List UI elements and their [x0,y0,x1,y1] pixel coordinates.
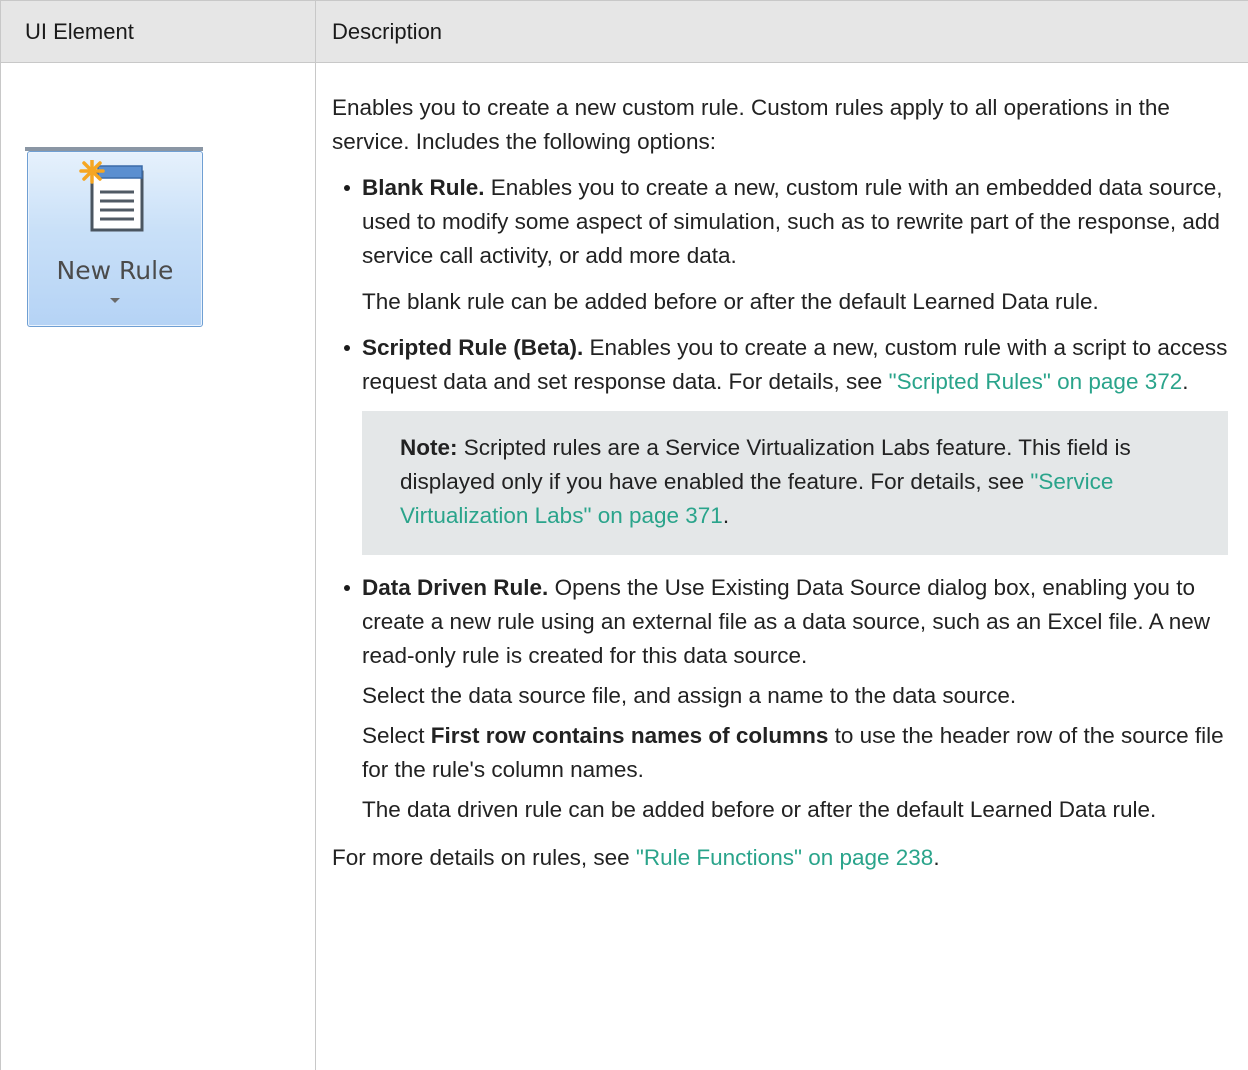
select-file-text: Select the data source file, and assign … [362,683,1017,708]
note-label: Note: [400,435,458,460]
new-document-icon [79,160,144,232]
list-item: Data Driven Rule. Opens the Use Existing… [332,571,1248,827]
scripted-rule-title: Scripted Rule (Beta). [362,335,584,360]
blank-rule-title: Blank Rule. [362,175,485,200]
note-box: Note: Scripted rules are a Service Virtu… [362,411,1228,555]
star-icon [79,160,105,184]
blank-rule-extra: The blank rule can be added before or af… [362,289,1099,314]
list-item: Blank Rule. Enables you to create a new,… [332,171,1248,319]
data-driven-rule-title: Data Driven Rule. [362,575,549,600]
rule-functions-link[interactable]: "Rule Functions" on page 238 [636,845,933,870]
column-header-ui-element: UI Element [0,0,316,63]
select-columns-text: Select First row contains names of colum… [362,719,1248,787]
dropdown-arrow-icon[interactable] [110,298,120,303]
ui-elements-table: UI Element Description New Rule Enables … [0,0,1248,1070]
scripted-rules-link[interactable]: "Scripted Rules" on page 372 [889,369,1183,394]
new-rule-button[interactable]: New Rule [27,151,203,327]
data-driven-rule-extra: The data driven rule can be added before… [362,797,1157,822]
footer-text: For more details on rules, see "Rule Fun… [332,841,1248,875]
table-row: New Rule Enables you to create a new cus… [0,62,1248,1070]
list-item: Scripted Rule (Beta). Enables you to cre… [332,331,1248,555]
note-end: . [722,503,730,528]
footer-end: . [933,845,940,870]
note-text: Scripted rules are a Service Virtualizat… [400,435,1131,494]
scripted-rule-end: . [1182,369,1189,394]
footer-prefix: For more details on rules, see [332,845,636,870]
table-header-row: UI Element Description [0,0,1248,63]
options-list: Blank Rule. Enables you to create a new,… [332,171,1248,827]
blank-rule-text: Enables you to create a new, custom rule… [362,175,1223,268]
first-row-option: First row contains names of columns [430,723,829,748]
select-prefix: Select [362,723,431,748]
intro-text: Enables you to create a new custom rule.… [332,95,1170,154]
column-header-description: Description [315,0,1248,63]
description-cell: Enables you to create a new custom rule.… [315,62,1248,1070]
new-rule-button-label: New Rule [56,256,174,285]
ui-element-cell: New Rule [0,62,316,1070]
